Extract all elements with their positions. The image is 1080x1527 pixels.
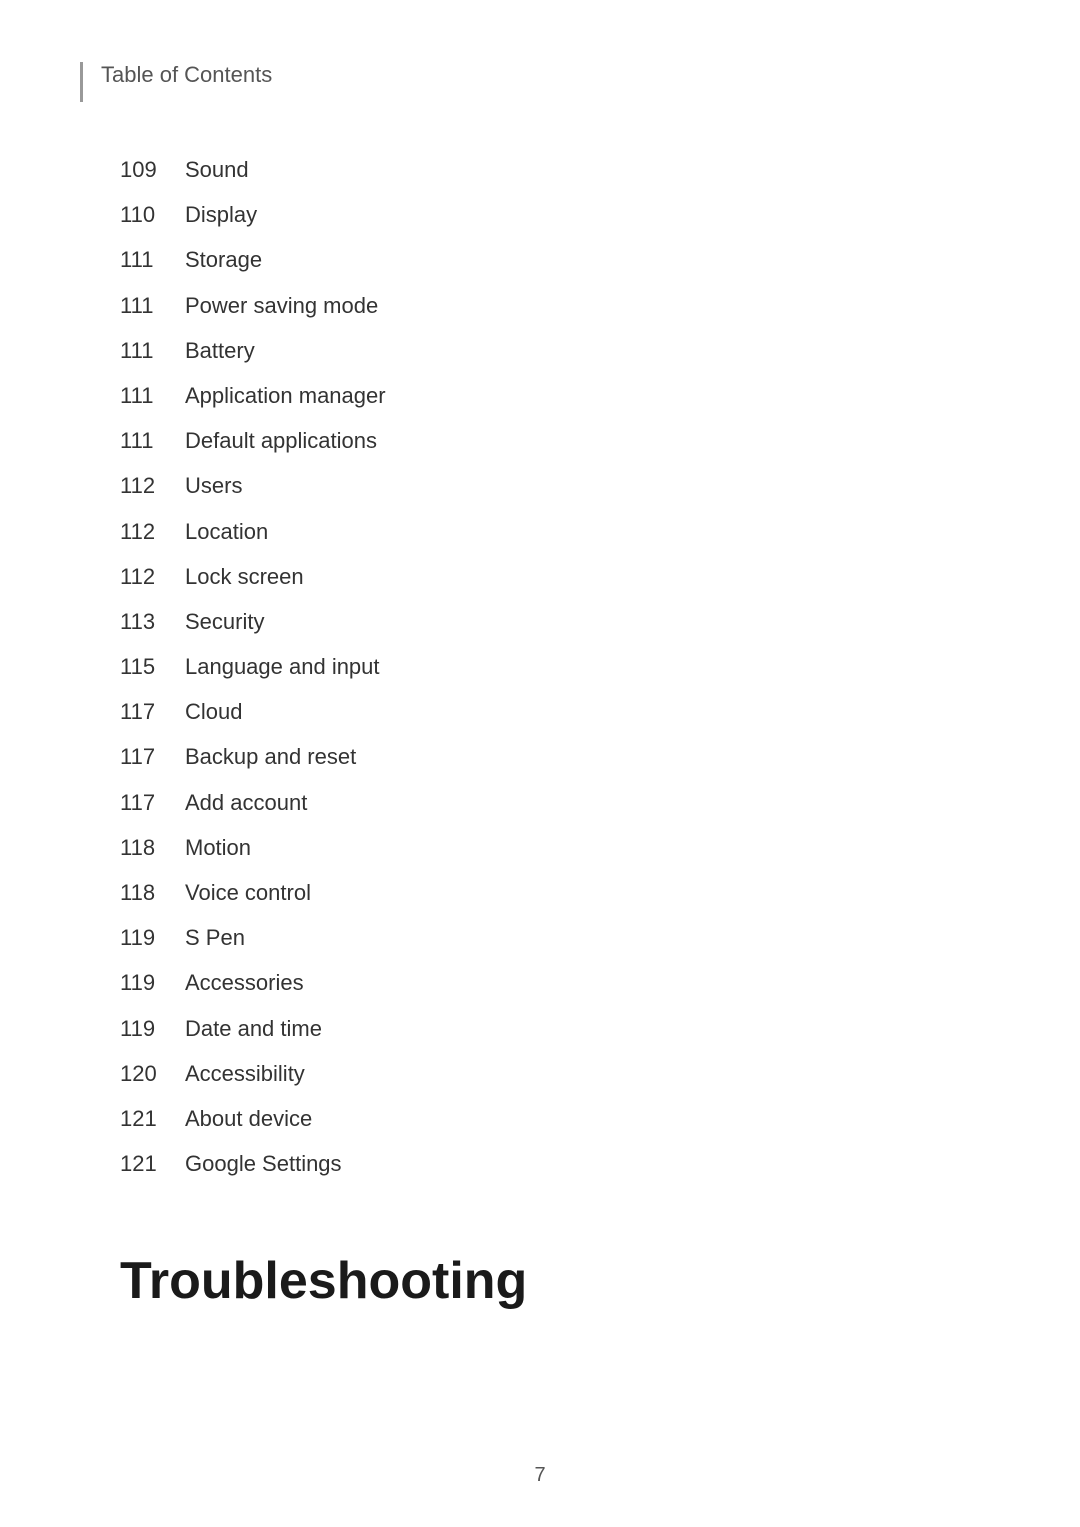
toc-item-title: Motion — [185, 830, 251, 865]
toc-item-title: Default applications — [185, 423, 377, 458]
toc-item-title: About device — [185, 1101, 312, 1136]
toc-item: 111Storage — [120, 242, 1000, 277]
toc-item-number: 117 — [120, 739, 185, 774]
toc-item: 117Add account — [120, 785, 1000, 820]
toc-item-number: 112 — [120, 514, 185, 549]
toc-item: 112Lock screen — [120, 559, 1000, 594]
toc-item-title: Date and time — [185, 1011, 322, 1046]
toc-item: 119Date and time — [120, 1011, 1000, 1046]
toc-item-title: Language and input — [185, 649, 380, 684]
toc-item-number: 111 — [120, 423, 185, 458]
toc-item-number: 111 — [120, 333, 185, 368]
toc-item-number: 109 — [120, 152, 185, 187]
toc-item: 118Voice control — [120, 875, 1000, 910]
toc-item: 112Location — [120, 514, 1000, 549]
toc-item-number: 119 — [120, 920, 185, 955]
toc-item: 110Display — [120, 197, 1000, 232]
toc-item-title: Power saving mode — [185, 288, 378, 323]
toc-list: 109Sound110Display111Storage111Power sav… — [120, 152, 1000, 1181]
toc-item-number: 117 — [120, 694, 185, 729]
toc-item-title: Accessibility — [185, 1056, 305, 1091]
toc-item-title: Storage — [185, 242, 262, 277]
section-heading: Troubleshooting — [120, 1251, 1000, 1311]
toc-item-title: Cloud — [185, 694, 242, 729]
toc-item-title: Lock screen — [185, 559, 304, 594]
toc-item-number: 111 — [120, 242, 185, 277]
toc-item: 115Language and input — [120, 649, 1000, 684]
toc-item-title: Add account — [185, 785, 307, 820]
toc-item-number: 112 — [120, 468, 185, 503]
toc-item-title: Voice control — [185, 875, 311, 910]
toc-item-title: S Pen — [185, 920, 245, 955]
toc-item-title: Security — [185, 604, 264, 639]
toc-item-number: 119 — [120, 965, 185, 1000]
toc-item-number: 113 — [120, 604, 185, 639]
toc-item-number: 121 — [120, 1101, 185, 1136]
toc-item-title: Display — [185, 197, 257, 232]
toc-item: 109Sound — [120, 152, 1000, 187]
toc-item-title: Backup and reset — [185, 739, 356, 774]
table-of-contents-label: Table of Contents — [101, 60, 272, 91]
toc-item-number: 120 — [120, 1056, 185, 1091]
header-section: Table of Contents — [80, 40, 1000, 102]
toc-item-title: Battery — [185, 333, 255, 368]
toc-item: 112Users — [120, 468, 1000, 503]
toc-item: 113Security — [120, 604, 1000, 639]
toc-item-number: 117 — [120, 785, 185, 820]
toc-item-title: Application manager — [185, 378, 386, 413]
toc-item-title: Sound — [185, 152, 249, 187]
toc-item: 119Accessories — [120, 965, 1000, 1000]
left-border-decoration — [80, 62, 83, 102]
toc-item-number: 118 — [120, 875, 185, 910]
toc-item: 111Default applications — [120, 423, 1000, 458]
toc-item-number: 111 — [120, 378, 185, 413]
toc-item-title: Accessories — [185, 965, 304, 1000]
toc-item-number: 110 — [120, 197, 185, 232]
toc-item: 118Motion — [120, 830, 1000, 865]
toc-item: 120Accessibility — [120, 1056, 1000, 1091]
toc-item: 121About device — [120, 1101, 1000, 1136]
toc-item: 111Power saving mode — [120, 288, 1000, 323]
toc-item: 119S Pen — [120, 920, 1000, 955]
toc-item: 111Battery — [120, 333, 1000, 368]
toc-item-title: Google Settings — [185, 1146, 342, 1181]
toc-item: 117Backup and reset — [120, 739, 1000, 774]
toc-item-title: Location — [185, 514, 268, 549]
page-number: 7 — [534, 1464, 545, 1487]
page-container: Table of Contents 109Sound110Display111S… — [0, 0, 1080, 1527]
toc-item-number: 121 — [120, 1146, 185, 1181]
toc-item-number: 119 — [120, 1011, 185, 1046]
toc-item: 111Application manager — [120, 378, 1000, 413]
toc-item-title: Users — [185, 468, 242, 503]
toc-item-number: 118 — [120, 830, 185, 865]
toc-item-number: 112 — [120, 559, 185, 594]
toc-item-number: 111 — [120, 288, 185, 323]
toc-item-number: 115 — [120, 649, 185, 684]
toc-item: 121Google Settings — [120, 1146, 1000, 1181]
toc-item: 117Cloud — [120, 694, 1000, 729]
